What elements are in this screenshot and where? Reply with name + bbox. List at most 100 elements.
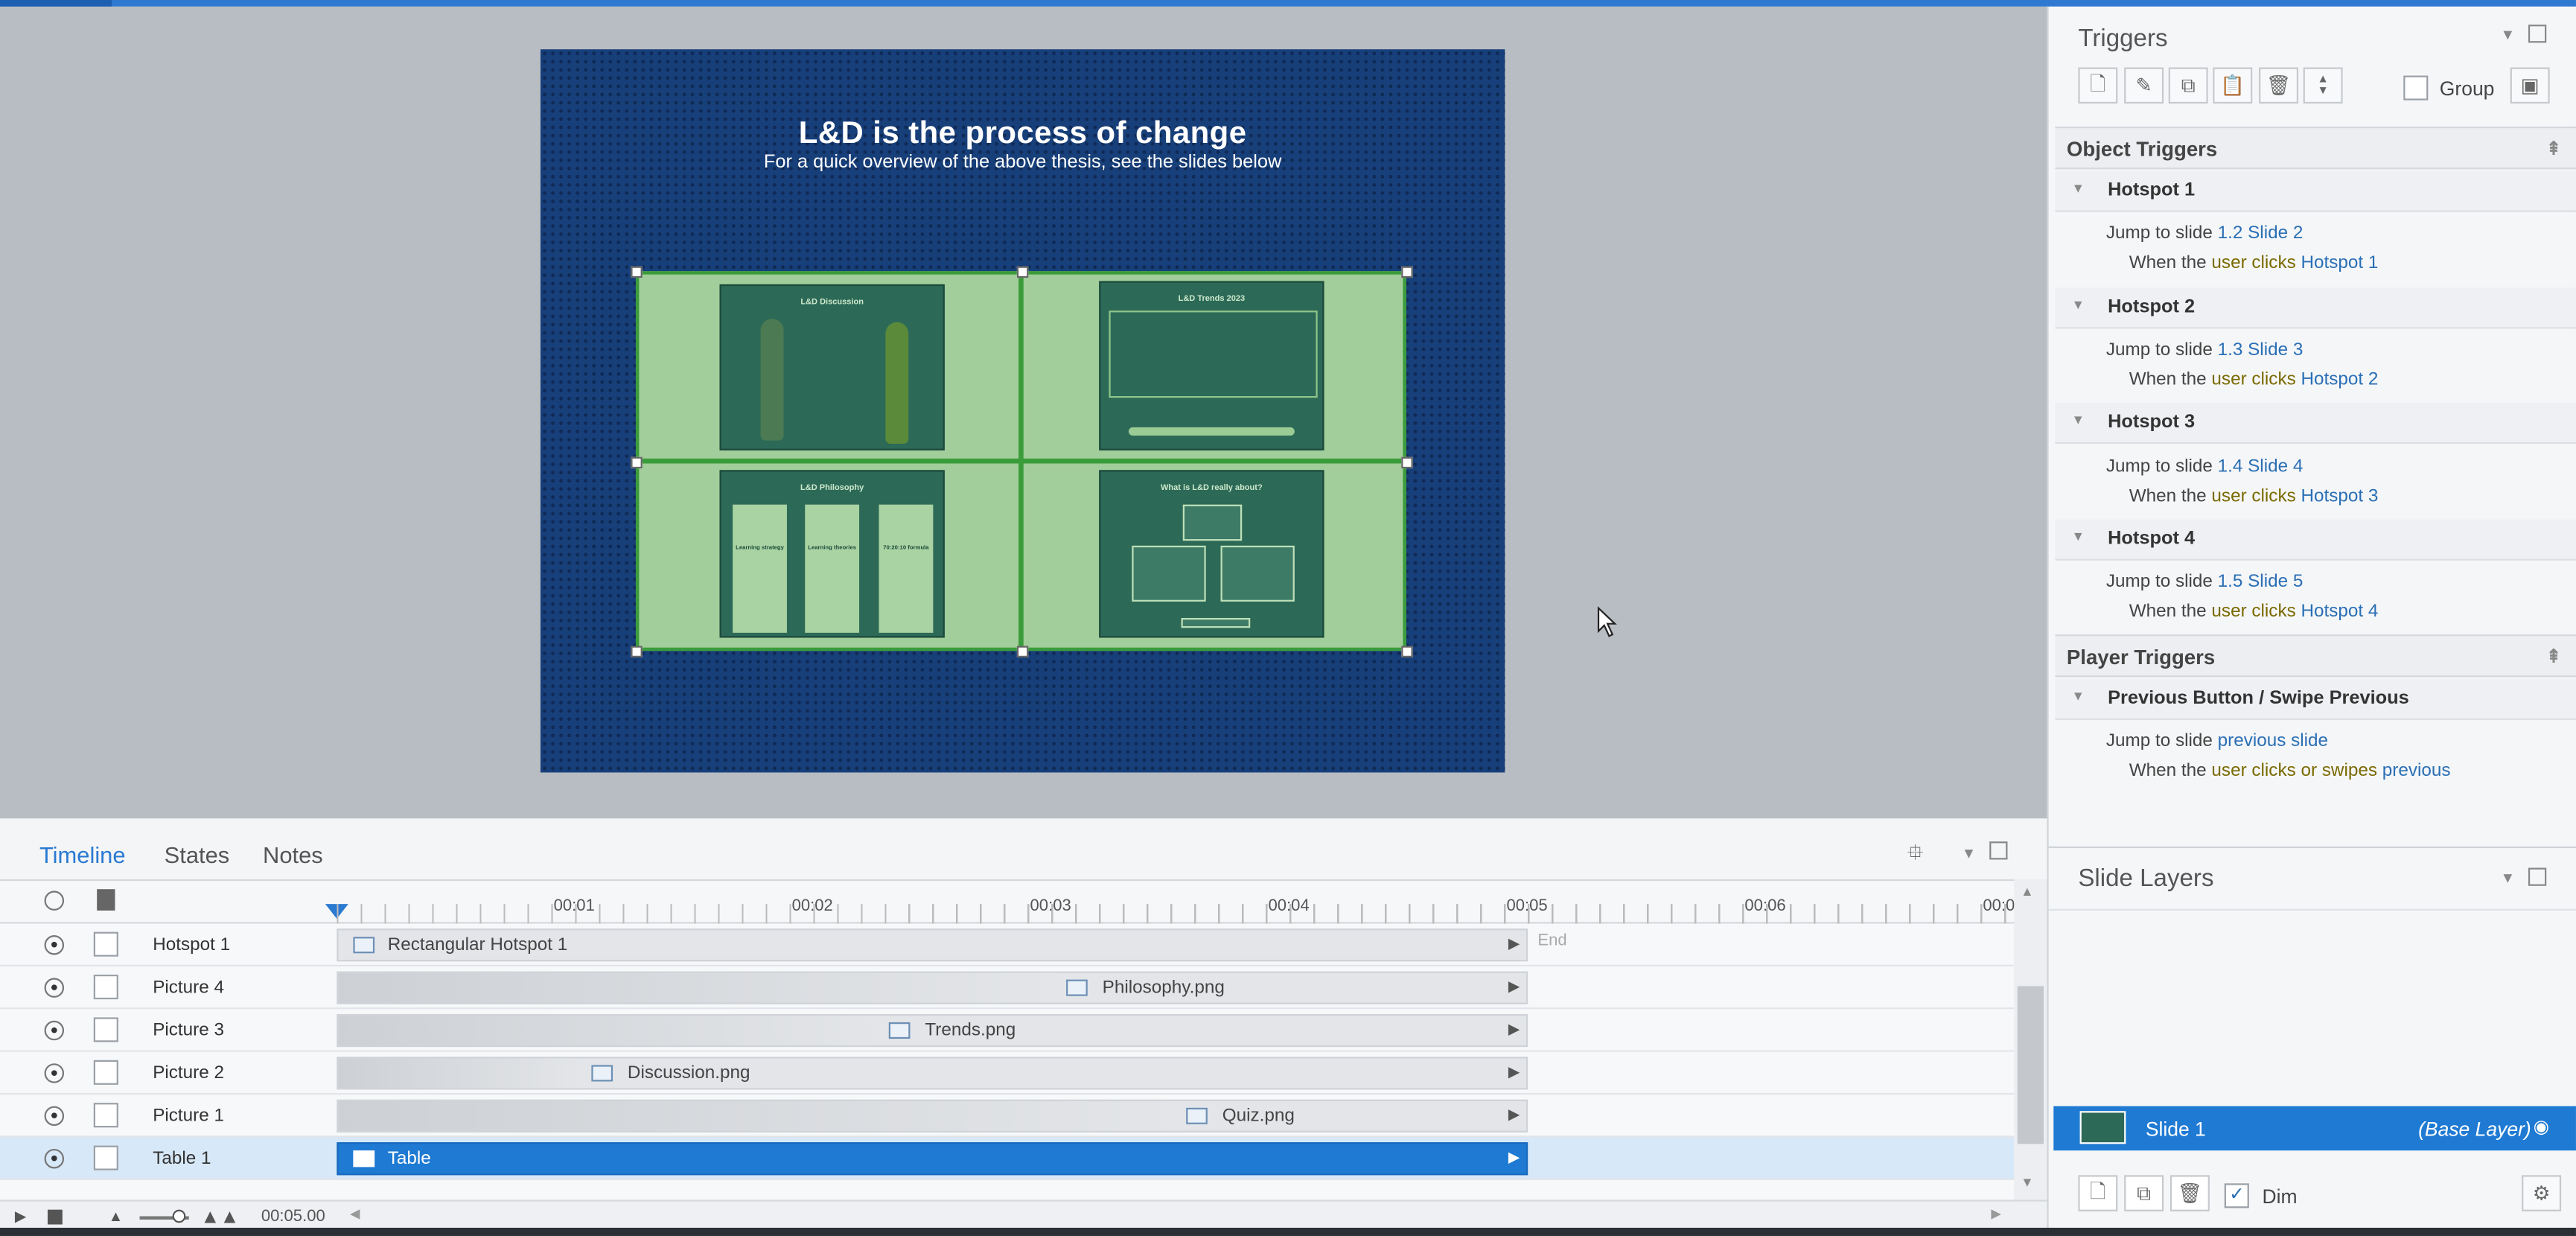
stop-icon[interactable] (47, 1209, 63, 1225)
when-event[interactable]: user clicks (2211, 602, 2295, 621)
eye-icon[interactable]: ◉ (2534, 1116, 2549, 1137)
eye-icon[interactable]: ● (44, 1063, 65, 1083)
layer-settings-button[interactable]: ⚙ (2522, 1175, 2562, 1211)
float-panel-icon[interactable] (1989, 841, 2008, 860)
timeline-bar[interactable]: Philosophy.png ▶ (337, 971, 1528, 1004)
timeline-row[interactable]: ● Picture 3 Trends.png ▶ (0, 1009, 2015, 1052)
edit-trigger-button[interactable]: ✎ (2124, 67, 2164, 104)
timeline-bar[interactable]: Rectangular Hotspot 1 ▶ (337, 928, 1528, 962)
eye-icon[interactable]: ● (44, 978, 65, 998)
trigger-condition[interactable]: When the user clicks Hotspot 1 (2129, 253, 2379, 273)
trigger-group-hotspot-4[interactable]: ▼ Hotspot 4 (2055, 519, 2576, 561)
timeline-bar-selected[interactable]: Table ▶ (337, 1142, 1528, 1176)
move-trigger-button[interactable]: ▲ ▼ (2303, 67, 2343, 104)
collapse-icon[interactable]: ⇞ (2546, 646, 2561, 667)
trigger-action[interactable]: Jump to slide previous slide (2106, 731, 2328, 751)
scroll-up-icon[interactable]: ▲ (2021, 885, 2033, 899)
trigger-action[interactable]: Jump to slide 1.5 Slide 5 (2106, 572, 2303, 591)
timeline-row[interactable]: ● Picture 1 Quiz.png ▶ (0, 1095, 2015, 1138)
paste-trigger-button[interactable]: 📋 (2213, 67, 2253, 104)
lock-checkbox[interactable] (93, 1017, 118, 1042)
dim-checkbox[interactable]: ✓ (2224, 1183, 2249, 1208)
scroll-thumb[interactable] (2017, 986, 2044, 1144)
action-target[interactable]: 1.2 Slide 2 (2218, 223, 2304, 243)
slide-canvas[interactable]: L&D is the process of change For a quick… (540, 49, 1505, 773)
lock-checkbox[interactable] (93, 974, 118, 1000)
scroll-down-icon[interactable]: ▼ (2021, 1175, 2033, 1190)
action-target[interactable]: 1.4 Slide 4 (2218, 457, 2304, 477)
timeline-row-partial[interactable] (0, 1179, 2015, 1200)
when-event[interactable]: user clicks (2211, 253, 2295, 273)
when-object[interactable]: Hotspot 2 (2301, 370, 2378, 389)
timeline-row[interactable]: ● Picture 2 Discussion.png ▶ (0, 1051, 2015, 1095)
eye-icon[interactable]: ● (44, 1148, 65, 1169)
float-panel-icon[interactable] (2528, 25, 2547, 43)
group-checkbox[interactable] (2403, 75, 2429, 101)
delete-trigger-button[interactable]: 🗑 (2259, 67, 2299, 104)
trigger-action[interactable]: Jump to slide 1.2 Slide 2 (2106, 223, 2303, 243)
scroll-left-icon[interactable]: ◀ (350, 1206, 360, 1221)
expand-arrow-icon[interactable]: ▶ (1508, 1149, 1520, 1167)
trigger-action[interactable]: Jump to slide 1.4 Slide 4 (2106, 457, 2303, 477)
new-trigger-button[interactable]: 🗋 (2078, 67, 2118, 104)
timeline-scrollbar[interactable]: ▲ ▼ (2014, 879, 2047, 1200)
thumb-discussion[interactable]: L&D Discussion (719, 284, 945, 450)
when-object[interactable]: Hotspot 1 (2301, 253, 2378, 273)
chevron-down-icon[interactable]: ▼ (1962, 845, 1977, 861)
when-object[interactable]: Hotspot 4 (2301, 602, 2378, 621)
timeline-bar[interactable]: Discussion.png ▶ (337, 1057, 1528, 1090)
copy-trigger-button[interactable]: ⧉ (2168, 67, 2208, 104)
chevron-down-icon[interactable]: ▼ (2500, 870, 2515, 886)
expand-arrow-icon[interactable]: ▶ (1508, 1021, 1520, 1039)
trigger-condition[interactable]: When the user clicks or swipes previous (2129, 761, 2451, 780)
tab-timeline[interactable]: Timeline (39, 841, 126, 867)
trigger-action[interactable]: Jump to slide 1.3 Slide 3 (2106, 340, 2303, 360)
zoom-out-icon[interactable]: ▲ (109, 1208, 124, 1224)
zoom-slider-handle[interactable] (172, 1209, 186, 1223)
timeline-bar[interactable]: Quiz.png ▶ (337, 1099, 1528, 1133)
action-target[interactable]: previous slide (2218, 731, 2328, 751)
action-target[interactable]: 1.5 Slide 5 (2218, 572, 2304, 591)
eye-icon[interactable]: ● (44, 1020, 65, 1041)
collapse-icon[interactable]: ⇞ (2546, 138, 2561, 159)
thumb-quiz[interactable]: What is L&D really about? (1099, 470, 1324, 638)
expand-arrow-icon[interactable]: ▶ (1508, 935, 1520, 953)
lock-checkbox[interactable] (93, 931, 118, 957)
when-event[interactable]: user clicks or swipes (2211, 761, 2377, 780)
chevron-down-icon[interactable]: ▼ (2500, 26, 2515, 42)
eye-icon[interactable]: ● (44, 935, 65, 955)
scroll-right-icon[interactable]: ▶ (1991, 1206, 2001, 1221)
duplicate-layer-button[interactable]: ⧉ (2124, 1175, 2164, 1211)
when-event[interactable]: user clicks (2211, 486, 2295, 506)
eye-icon[interactable]: ● (44, 1106, 65, 1127)
expand-arrow-icon[interactable]: ▶ (1508, 1106, 1520, 1124)
lock-checkbox[interactable] (93, 1145, 118, 1170)
table-object[interactable]: L&D Discussion L&D Trends 2023 L&D Philo… (631, 266, 1413, 657)
trigger-group-previous[interactable]: ▼ Previous Button / Swipe Previous (2055, 678, 2576, 720)
zoom-in-icon[interactable]: ▲▲ (200, 1205, 239, 1228)
expand-arrow-icon[interactable]: ▶ (1508, 978, 1520, 996)
eye-icon[interactable] (44, 891, 65, 911)
lock-checkbox[interactable] (93, 1060, 118, 1085)
trigger-wizard-button[interactable]: ▣ (2510, 67, 2550, 104)
thumb-philosophy[interactable]: L&D Philosophy Learning strategy Learnin… (719, 470, 945, 638)
when-object[interactable]: previous (2382, 761, 2451, 780)
tab-notes[interactable]: Notes (263, 841, 323, 867)
player-triggers-header[interactable]: Player Triggers ⇞ (2055, 634, 2576, 678)
trigger-condition[interactable]: When the user clicks Hotspot 3 (2129, 486, 2379, 506)
delete-layer-button[interactable]: 🗑 (2169, 1175, 2210, 1211)
float-panel-icon[interactable] (2528, 867, 2547, 886)
trigger-condition[interactable]: When the user clicks Hotspot 4 (2129, 602, 2379, 621)
trigger-condition[interactable]: When the user clicks Hotspot 2 (2129, 370, 2379, 389)
lock-checkbox[interactable] (93, 1103, 118, 1128)
trigger-group-hotspot-3[interactable]: ▼ Hotspot 3 (2055, 402, 2576, 444)
play-icon[interactable]: ▶ (15, 1208, 26, 1226)
when-object[interactable]: Hotspot 3 (2301, 486, 2378, 506)
object-triggers-header[interactable]: Object Triggers ⇞ (2055, 126, 2576, 170)
timeline-row[interactable]: ● Picture 4 Philosophy.png ▶ (0, 966, 2015, 1010)
tab-states[interactable]: States (165, 841, 230, 867)
trigger-group-hotspot-2[interactable]: ▼ Hotspot 2 (2055, 287, 2576, 329)
action-target[interactable]: 1.3 Slide 3 (2218, 340, 2304, 360)
lock-icon[interactable] (97, 889, 115, 911)
timeline-row[interactable]: ● Hotspot 1 Rectangular Hotspot 1 ▶ End (0, 923, 2015, 966)
